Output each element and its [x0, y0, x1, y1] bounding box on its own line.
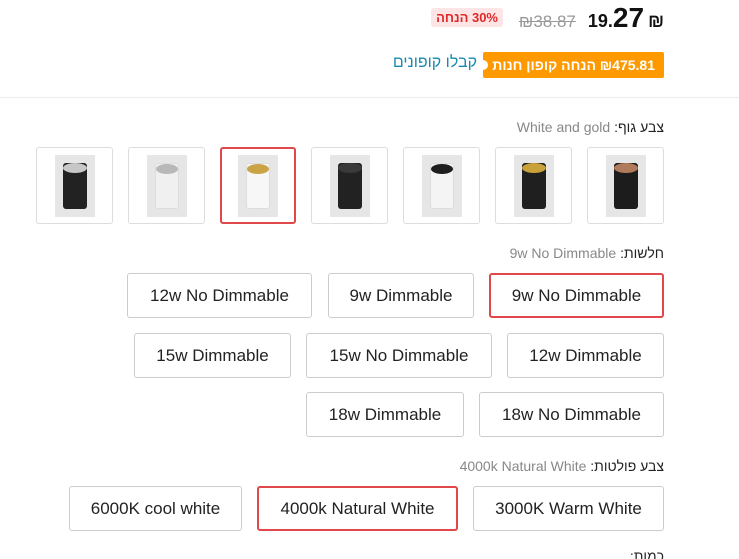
store-coupon-badge[interactable]: ₪475.81 הנחה קופון חנות [478, 52, 664, 78]
original-price: ₪38.87 [518, 12, 576, 31]
swatch-thumbnail [329, 154, 370, 217]
price-decimal: .19 [587, 11, 613, 31]
color-swatch-white-black[interactable] [403, 147, 480, 224]
light-option-6000k[interactable]: 6000K cool white [69, 486, 242, 531]
swatch-thumbnail [146, 154, 187, 217]
color-swatch-black-gold[interactable] [495, 147, 572, 224]
lamp-image-icon [613, 162, 638, 209]
color-swatch-white-silver[interactable] [128, 147, 205, 224]
light-color-title: צבע פולטות: 4000k Natural White [460, 458, 664, 474]
light-option-4000k[interactable]: 4000k Natural White [257, 486, 458, 531]
power-option-9w-dimmable[interactable]: 9w Dimmable [328, 273, 474, 318]
power-label: חלשות: [620, 245, 664, 261]
lamp-image-icon [521, 162, 546, 209]
swatch-thumbnail [513, 154, 554, 217]
store-coupon-text: ₪475.81 הנחה קופון חנות [492, 57, 655, 73]
power-option-12w-dimmable[interactable]: 12w Dimmable [507, 333, 664, 378]
swatch-thumbnail [421, 154, 462, 217]
body-color-label: צבע גוף: [614, 119, 664, 135]
power-option-18w-no-dimmable[interactable]: 18w No Dimmable [479, 392, 664, 437]
color-swatch-white-gold[interactable] [220, 147, 296, 224]
power-value: 9w No Dimmable [509, 245, 617, 261]
body-color-value: White and gold [516, 119, 611, 135]
get-coupons-link[interactable]: קבלו קופונים [393, 54, 477, 72]
lamp-image-icon [154, 162, 179, 209]
lamp-image-icon [246, 162, 270, 209]
color-swatch-black-copper[interactable] [587, 147, 664, 224]
divider [0, 97, 739, 98]
price-currency: ₪ [648, 11, 664, 31]
color-swatch-black-black[interactable] [311, 147, 388, 224]
price-block: ₪ 27 .19 ₪38.87 [519, 2, 664, 36]
quantity-label: כמות: [629, 548, 664, 559]
color-swatch-black-silver[interactable] [36, 147, 113, 224]
light-color-label: צבע פולטות: [590, 458, 664, 474]
power-option-12w-no-dimmable[interactable]: 12w No Dimmable [127, 273, 312, 318]
power-option-18w-dimmable[interactable]: 18w Dimmable [306, 392, 464, 437]
power-option-15w-dimmable[interactable]: 15w Dimmable [134, 333, 291, 378]
swatch-thumbnail [54, 154, 95, 217]
swatch-thumbnail [605, 154, 646, 217]
lamp-image-icon [429, 162, 454, 209]
discount-badge: 30% הנחה [431, 8, 503, 27]
light-color-value: 4000k Natural White [459, 458, 587, 474]
power-option-9w-no-dimmable[interactable]: 9w No Dimmable [489, 273, 664, 318]
body-color-title: צבע גוף: White and gold [517, 119, 664, 135]
price-integer: 27 [612, 2, 645, 33]
power-title: חלשות: 9w No Dimmable [510, 245, 664, 261]
power-option-15w-no-dimmable[interactable]: 15w No Dimmable [306, 333, 492, 378]
swatch-thumbnail [238, 154, 278, 217]
lamp-image-icon [62, 162, 87, 209]
lamp-image-icon [337, 162, 362, 209]
light-option-3000k[interactable]: 3000K Warm White [473, 486, 664, 531]
